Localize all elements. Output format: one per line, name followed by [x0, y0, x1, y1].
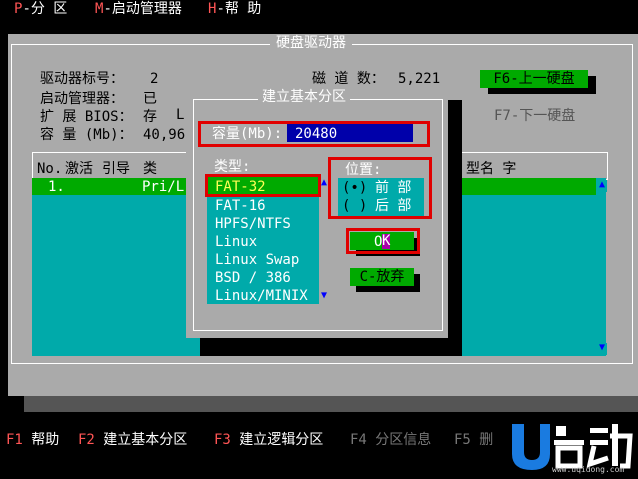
table-scrollbar[interactable] [596, 178, 606, 356]
type-option-linux-minix[interactable]: Linux/MINIX [215, 289, 308, 303]
uqidong-logo: www.uqidong.com [504, 414, 638, 476]
ok-highlight-box [346, 228, 420, 254]
table-scroll-up-icon[interactable]: ▲ [597, 180, 607, 192]
type-option-hpfs-ntfs[interactable]: HPFS/NTFS [215, 217, 291, 231]
main-window-title: 硬盘驱动器 [270, 36, 352, 50]
bios-value: 存 [143, 109, 157, 125]
col-active: 激活 [65, 161, 93, 177]
row-type: Pri/L [142, 179, 185, 195]
f5-key: F5 [454, 432, 471, 448]
row-no: 1. [48, 179, 65, 195]
menu-boot-label: -启动管理器 [103, 1, 182, 17]
col-boot: 引导 [102, 161, 130, 177]
type-option-fat16[interactable]: FAT-16 [215, 199, 266, 213]
f3-label: 建立逻辑分区 [239, 432, 324, 448]
f1-label: 帮助 [31, 432, 60, 448]
type-label: 类型: [214, 159, 251, 175]
f3-key: F3 [214, 432, 231, 448]
type-option-linux[interactable]: Linux [215, 235, 257, 249]
dialog-title: 建立基本分区 [258, 90, 350, 104]
drive-number-value: 2 [150, 71, 159, 87]
menu-boot-manager[interactable]: M-启动管理器 [95, 2, 182, 16]
menu-partition-label: -分 区 [22, 1, 68, 17]
capacity-label: 容 量 (Mb)： [40, 127, 133, 143]
menu-help-label: -帮 助 [216, 1, 262, 17]
bios-value-tail: L [176, 107, 185, 123]
capacity-value: 40,96 [143, 127, 186, 143]
f4-label: 分区信息 [375, 432, 432, 448]
type-scroll-down-icon[interactable]: ▼ [319, 291, 329, 303]
f5-delete[interactable]: F5 删 [454, 433, 493, 447]
tracks-value: 5,221 [398, 71, 441, 87]
col-type: 类 [143, 161, 157, 177]
boot-manager-value: 已 [143, 91, 157, 107]
f2-key: F2 [78, 432, 95, 448]
capacity-highlight-box [198, 121, 430, 147]
next-disk-button[interactable]: F7-下一硬盘 [494, 109, 575, 123]
menu-partition[interactable]: P-分 区 [14, 2, 67, 16]
f4-key: F4 [350, 432, 367, 448]
f5-label: 删 [479, 432, 494, 448]
bios-label: 扩 展 BIOS： [40, 109, 133, 125]
type-option-bsd386[interactable]: BSD / 386 [215, 271, 291, 285]
drive-number-label: 驱动器标号： [40, 71, 124, 87]
menu-help[interactable]: H-帮 助 [208, 2, 261, 16]
table-scroll-down-icon[interactable]: ▼ [597, 343, 607, 355]
f2-create-primary[interactable]: F2 建立基本分区 [78, 433, 187, 447]
f2-label: 建立基本分区 [103, 432, 188, 448]
main-window-shadow [24, 396, 638, 412]
f1-key: F1 [6, 432, 23, 448]
type-option-linux-swap[interactable]: Linux Swap [215, 253, 299, 267]
position-highlight-box [328, 157, 432, 219]
type-highlight-box [205, 174, 321, 197]
col-no: No. [37, 161, 63, 177]
cancel-button[interactable]: C-放弃 [350, 268, 414, 286]
tracks-label: 磁 道 数： [312, 71, 385, 87]
uqidong-url: www.uqidong.com [552, 465, 625, 474]
f3-create-logical[interactable]: F3 建立逻辑分区 [214, 433, 323, 447]
col-type-tail: 型 [466, 161, 480, 177]
f4-partition-info[interactable]: F4 分区信息 [350, 433, 431, 447]
f1-help[interactable]: F1 帮助 [6, 433, 59, 447]
col-name: 名 字 [480, 161, 517, 177]
menu-bar: P-分 区 M-启动管理器 H-帮 助 [0, 0, 638, 18]
prev-disk-button[interactable]: F6-上一硬盘 [480, 70, 588, 88]
boot-manager-label: 启动管理器： [40, 91, 124, 107]
